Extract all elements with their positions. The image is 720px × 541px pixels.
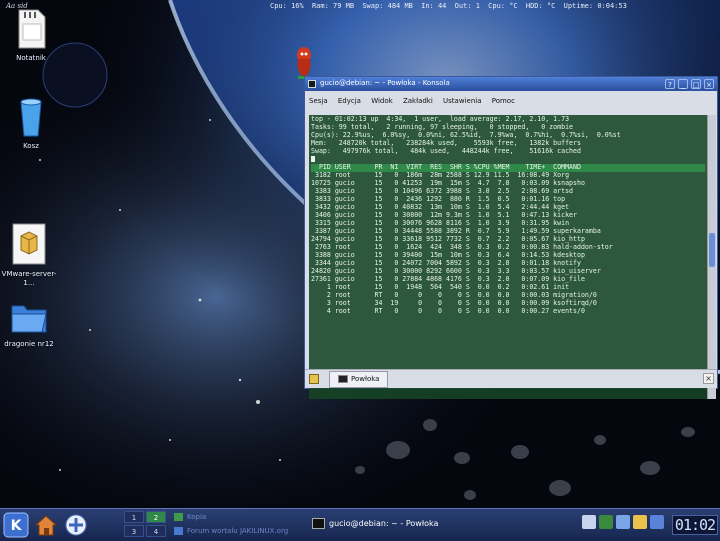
menu-edycja[interactable]: Edycja: [334, 95, 365, 107]
trash-icon: [20, 98, 42, 137]
desktop-icon-kosz[interactable]: Kosz: [2, 96, 60, 151]
active-task-label: gucio@debian: ~ - Powłoka: [329, 519, 439, 528]
kde-menu-icon[interactable]: K: [3, 512, 29, 538]
task-list: Kopia Forum wortalu JAKILINUX.org: [174, 511, 302, 539]
terminal-icon[interactable]: [308, 80, 316, 88]
monitor-swap: Swap: 484 MB: [362, 2, 413, 10]
session-tab[interactable]: Powłoka: [329, 371, 389, 388]
clipboard-icon[interactable]: [582, 515, 596, 529]
browser-icon[interactable]: [63, 512, 89, 538]
session-tab-bar: Powłoka ×: [305, 369, 717, 388]
task-label: Kopia: [187, 513, 207, 521]
terminal-icon: [312, 518, 325, 529]
network-icon[interactable]: [599, 515, 613, 529]
taskbar: K 1 2 3 4 Kopia Forum wortalu JAKILINUX.…: [0, 508, 720, 541]
maximize-button[interactable]: □: [691, 79, 701, 89]
monitor-hdd-temp: HDD: °C: [525, 2, 556, 10]
lock-icon[interactable]: [633, 515, 647, 529]
menu-pomoc[interactable]: Pomoc: [488, 95, 519, 107]
menu-bar: Sesja Edycja Widok Zakładki Ustawienia P…: [305, 95, 717, 108]
terminal-cursor: [311, 156, 315, 162]
printer-icon[interactable]: [616, 515, 630, 529]
browser-window-icon: [174, 527, 183, 535]
session-tab-label: Powłoka: [351, 375, 380, 383]
menu-ustawienia[interactable]: Ustawienia: [439, 95, 485, 107]
help-button[interactable]: ?: [665, 79, 675, 89]
pager-desktop-1[interactable]: 1: [124, 511, 144, 523]
konsole-window[interactable]: gucio@debian: ~ - Powłoka - Konsola ? _ …: [304, 76, 718, 399]
copy-icon: [174, 513, 183, 521]
desktop-icon-label: Notatnik: [16, 54, 46, 62]
speaker-icon[interactable]: [650, 515, 664, 529]
desktop-icon-vmware[interactable]: VMware-server-1...: [0, 222, 58, 288]
monitor-uptime: Uptime: 0:04:53: [563, 2, 627, 10]
monitor-ram: Ram: 79 MB: [311, 2, 355, 10]
system-monitor-bar: Cpu: 16% Ram: 79 MB Swap: 484 MB In: 44 …: [270, 2, 720, 13]
folder-icon: [11, 305, 47, 333]
scrollbar-thumb[interactable]: [709, 233, 715, 267]
system-tray: [582, 515, 664, 535]
terminal-output[interactable]: top - 01:02:13 up 4:34, 1 user, load ave…: [309, 115, 707, 399]
pager-desktop-4[interactable]: 4: [146, 525, 166, 537]
menu-sesja[interactable]: Sesja: [305, 95, 332, 107]
monitor-cpu: Cpu: 16%: [270, 2, 304, 10]
process-row: 4 root RT 0 0 0 0 S 0.0 0.0 0:00.27 even…: [311, 307, 585, 315]
package-icon: [12, 223, 46, 265]
clock[interactable]: 01:02: [672, 515, 718, 535]
desktop-icon-label: dragonie nr12: [4, 340, 54, 348]
monitor-net-in: In: 44: [421, 2, 447, 10]
desktop-icon-folder[interactable]: dragonie nr12: [0, 298, 58, 349]
notepad-icon: [18, 9, 46, 49]
terminal-icon: [338, 375, 348, 383]
menu-widok[interactable]: Widok: [367, 95, 397, 107]
new-session-button[interactable]: [309, 374, 319, 384]
menu-zakladki[interactable]: Zakładki: [399, 95, 437, 107]
home-icon[interactable]: [33, 512, 59, 538]
task-item-kopia[interactable]: Kopia: [174, 511, 302, 524]
terminal-scrollbar[interactable]: [707, 115, 716, 399]
desktop-pager: 1 2 3 4: [124, 511, 168, 539]
desktop-icon-label: VMware-server-1...: [1, 270, 57, 287]
pager-desktop-3[interactable]: 3: [124, 525, 144, 537]
window-titlebar[interactable]: gucio@debian: ~ - Powłoka - Konsola ? _ …: [305, 77, 717, 91]
monitor-net-out: Out: 1: [454, 2, 480, 10]
svg-text:K: K: [11, 518, 23, 534]
task-item-konsole[interactable]: gucio@debian: ~ - Powłoka: [312, 513, 440, 535]
window-title: gucio@debian: ~ - Powłoka - Konsola: [320, 79, 450, 87]
monitor-cpu-temp: Cpu: °C: [488, 2, 518, 10]
task-label: Forum wortalu JAKILINUX.org: [187, 527, 289, 535]
minimize-button[interactable]: _: [678, 79, 688, 89]
task-item-forum[interactable]: Forum wortalu JAKILINUX.org: [174, 525, 302, 538]
pager-desktop-2[interactable]: 2: [146, 511, 166, 523]
close-button[interactable]: ×: [704, 79, 714, 89]
desktop-icon-label: Kosz: [23, 142, 39, 150]
close-session-button[interactable]: ×: [703, 373, 714, 384]
top-summary-line: Swap: 497976k total, 484k used, 448244k …: [311, 147, 581, 155]
desktop-icon-notatnik[interactable]: Notatnik: [2, 8, 60, 63]
